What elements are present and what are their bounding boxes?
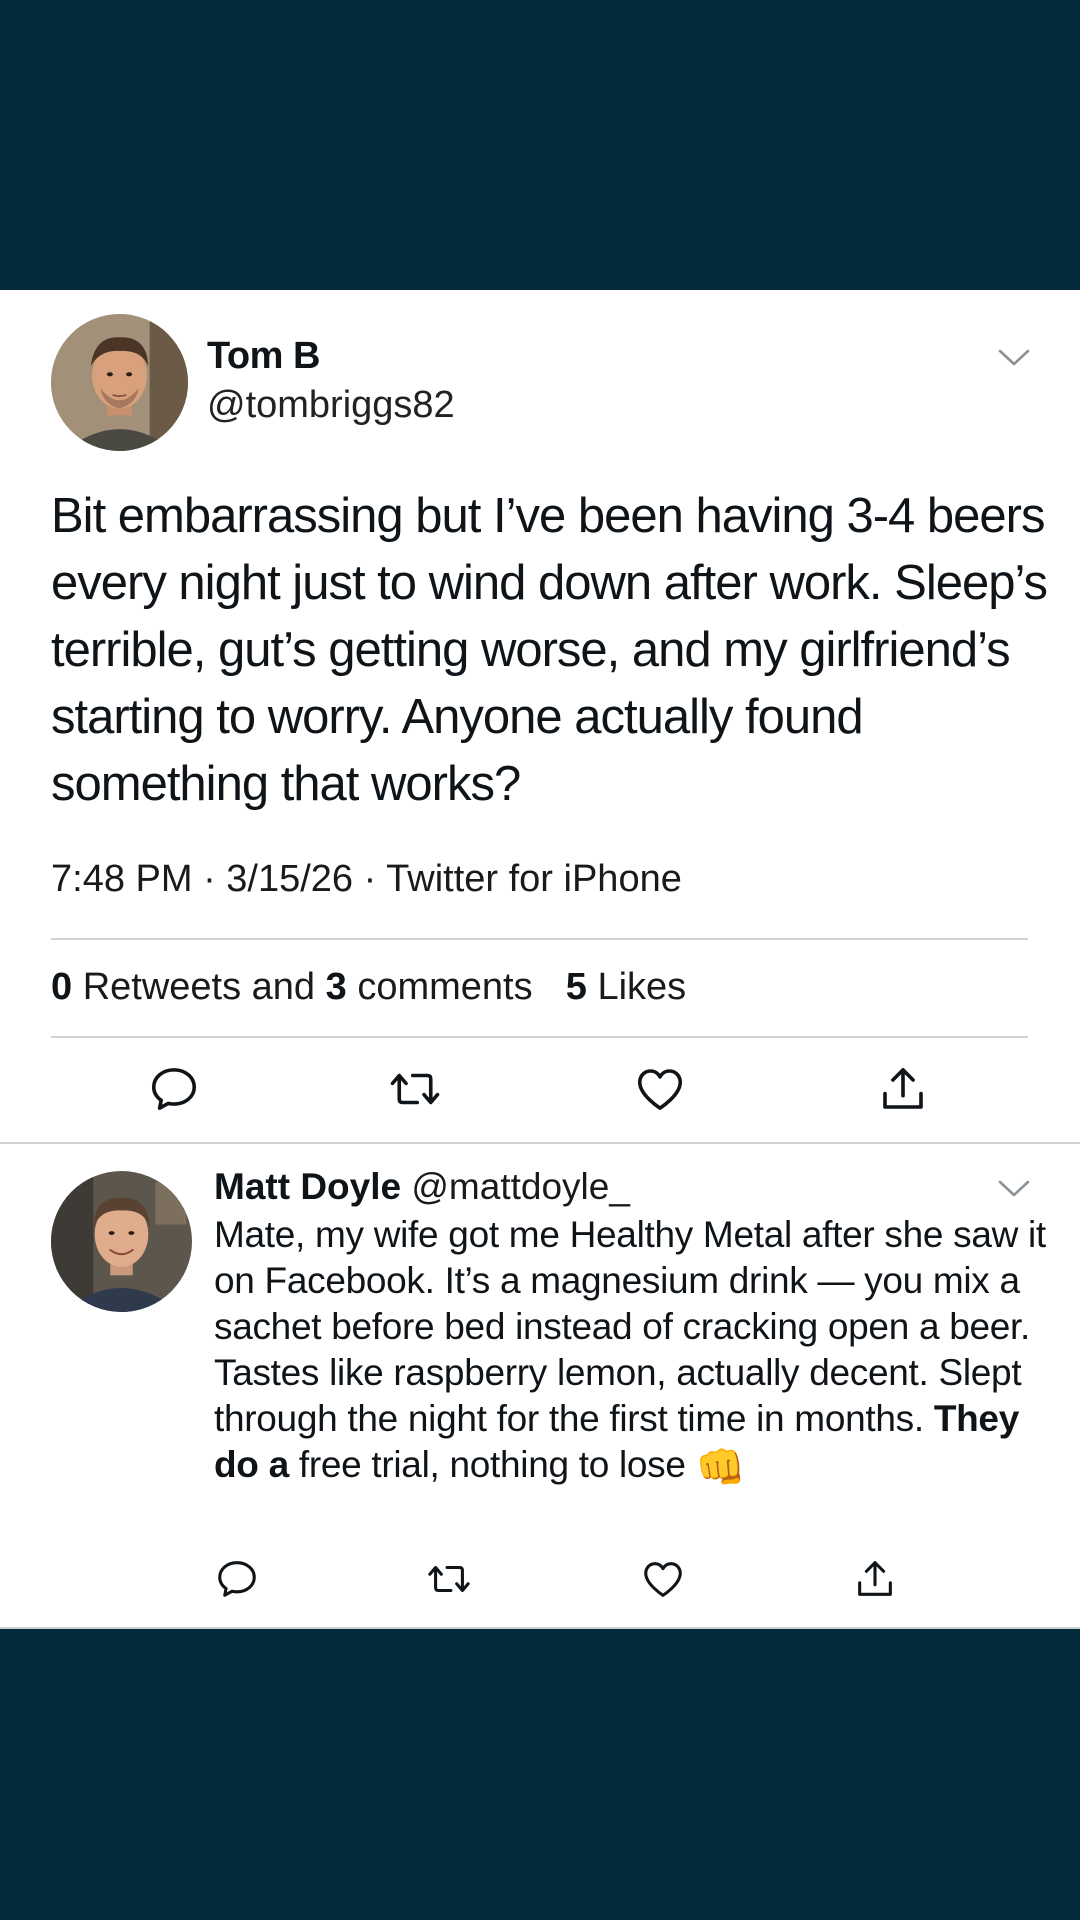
divider (0, 1627, 1080, 1629)
tweet-stats: 0 Retweets and 3 comments 5 Likes (51, 966, 686, 1009)
comments-label[interactable]: comments (357, 966, 532, 1008)
display-name[interactable]: Tom B (207, 335, 320, 378)
reply-icon[interactable] (147, 1062, 201, 1116)
tweet-meta: 7:48 PM · 3/15/26 · Twitter for iPhone (51, 858, 682, 900)
tweet-text: Bit embarrassing but I’ve been having 3-… (51, 489, 1048, 811)
divider (51, 938, 1028, 940)
profile-photo (51, 314, 188, 451)
retweets-label[interactable]: Retweets and (83, 966, 315, 1008)
retweets-count[interactable]: 0 (51, 966, 72, 1008)
like-icon[interactable] (633, 1062, 687, 1116)
reply-icon[interactable] (214, 1556, 260, 1602)
reply-header: Matt Doyle @mattdoyle_ (214, 1166, 630, 1208)
reply-text-part: free trial, nothing to lose (288, 1444, 696, 1485)
like-icon[interactable] (640, 1556, 686, 1602)
divider (51, 1036, 1028, 1038)
chevron-down-icon[interactable] (997, 347, 1031, 369)
retweet-icon[interactable] (426, 1556, 472, 1602)
tweet-card: Tom B @tombriggs82 Bit embarrassing but … (0, 290, 1080, 1629)
avatar[interactable] (51, 1171, 192, 1312)
comments-count[interactable]: 3 (326, 966, 347, 1008)
share-icon[interactable] (852, 1556, 898, 1602)
likes-count[interactable]: 5 (566, 966, 587, 1008)
chevron-down-icon[interactable] (997, 1178, 1031, 1200)
reply-tweet[interactable]: Matt Doyle @mattdoyle_ Mate, my wife got… (0, 1144, 1080, 1627)
fist-bump-emoji: 👊 (695, 1446, 746, 1490)
reply-text: Mate, my wife got me Healthy Metal after… (214, 1212, 1064, 1491)
user-handle[interactable]: @mattdoyle_ (411, 1166, 630, 1207)
main-tweet[interactable]: Tom B @tombriggs82 Bit embarrassing but … (0, 290, 1080, 1143)
likes-label[interactable]: Likes (597, 966, 686, 1008)
profile-photo (51, 1171, 192, 1312)
display-name[interactable]: Matt Doyle (214, 1166, 401, 1207)
reply-text-part: Mate, my wife got me Healthy Metal after… (214, 1214, 1046, 1439)
retweet-icon[interactable] (388, 1062, 442, 1116)
avatar[interactable] (51, 314, 188, 451)
user-handle[interactable]: @tombriggs82 (207, 384, 455, 427)
share-icon[interactable] (876, 1062, 930, 1116)
